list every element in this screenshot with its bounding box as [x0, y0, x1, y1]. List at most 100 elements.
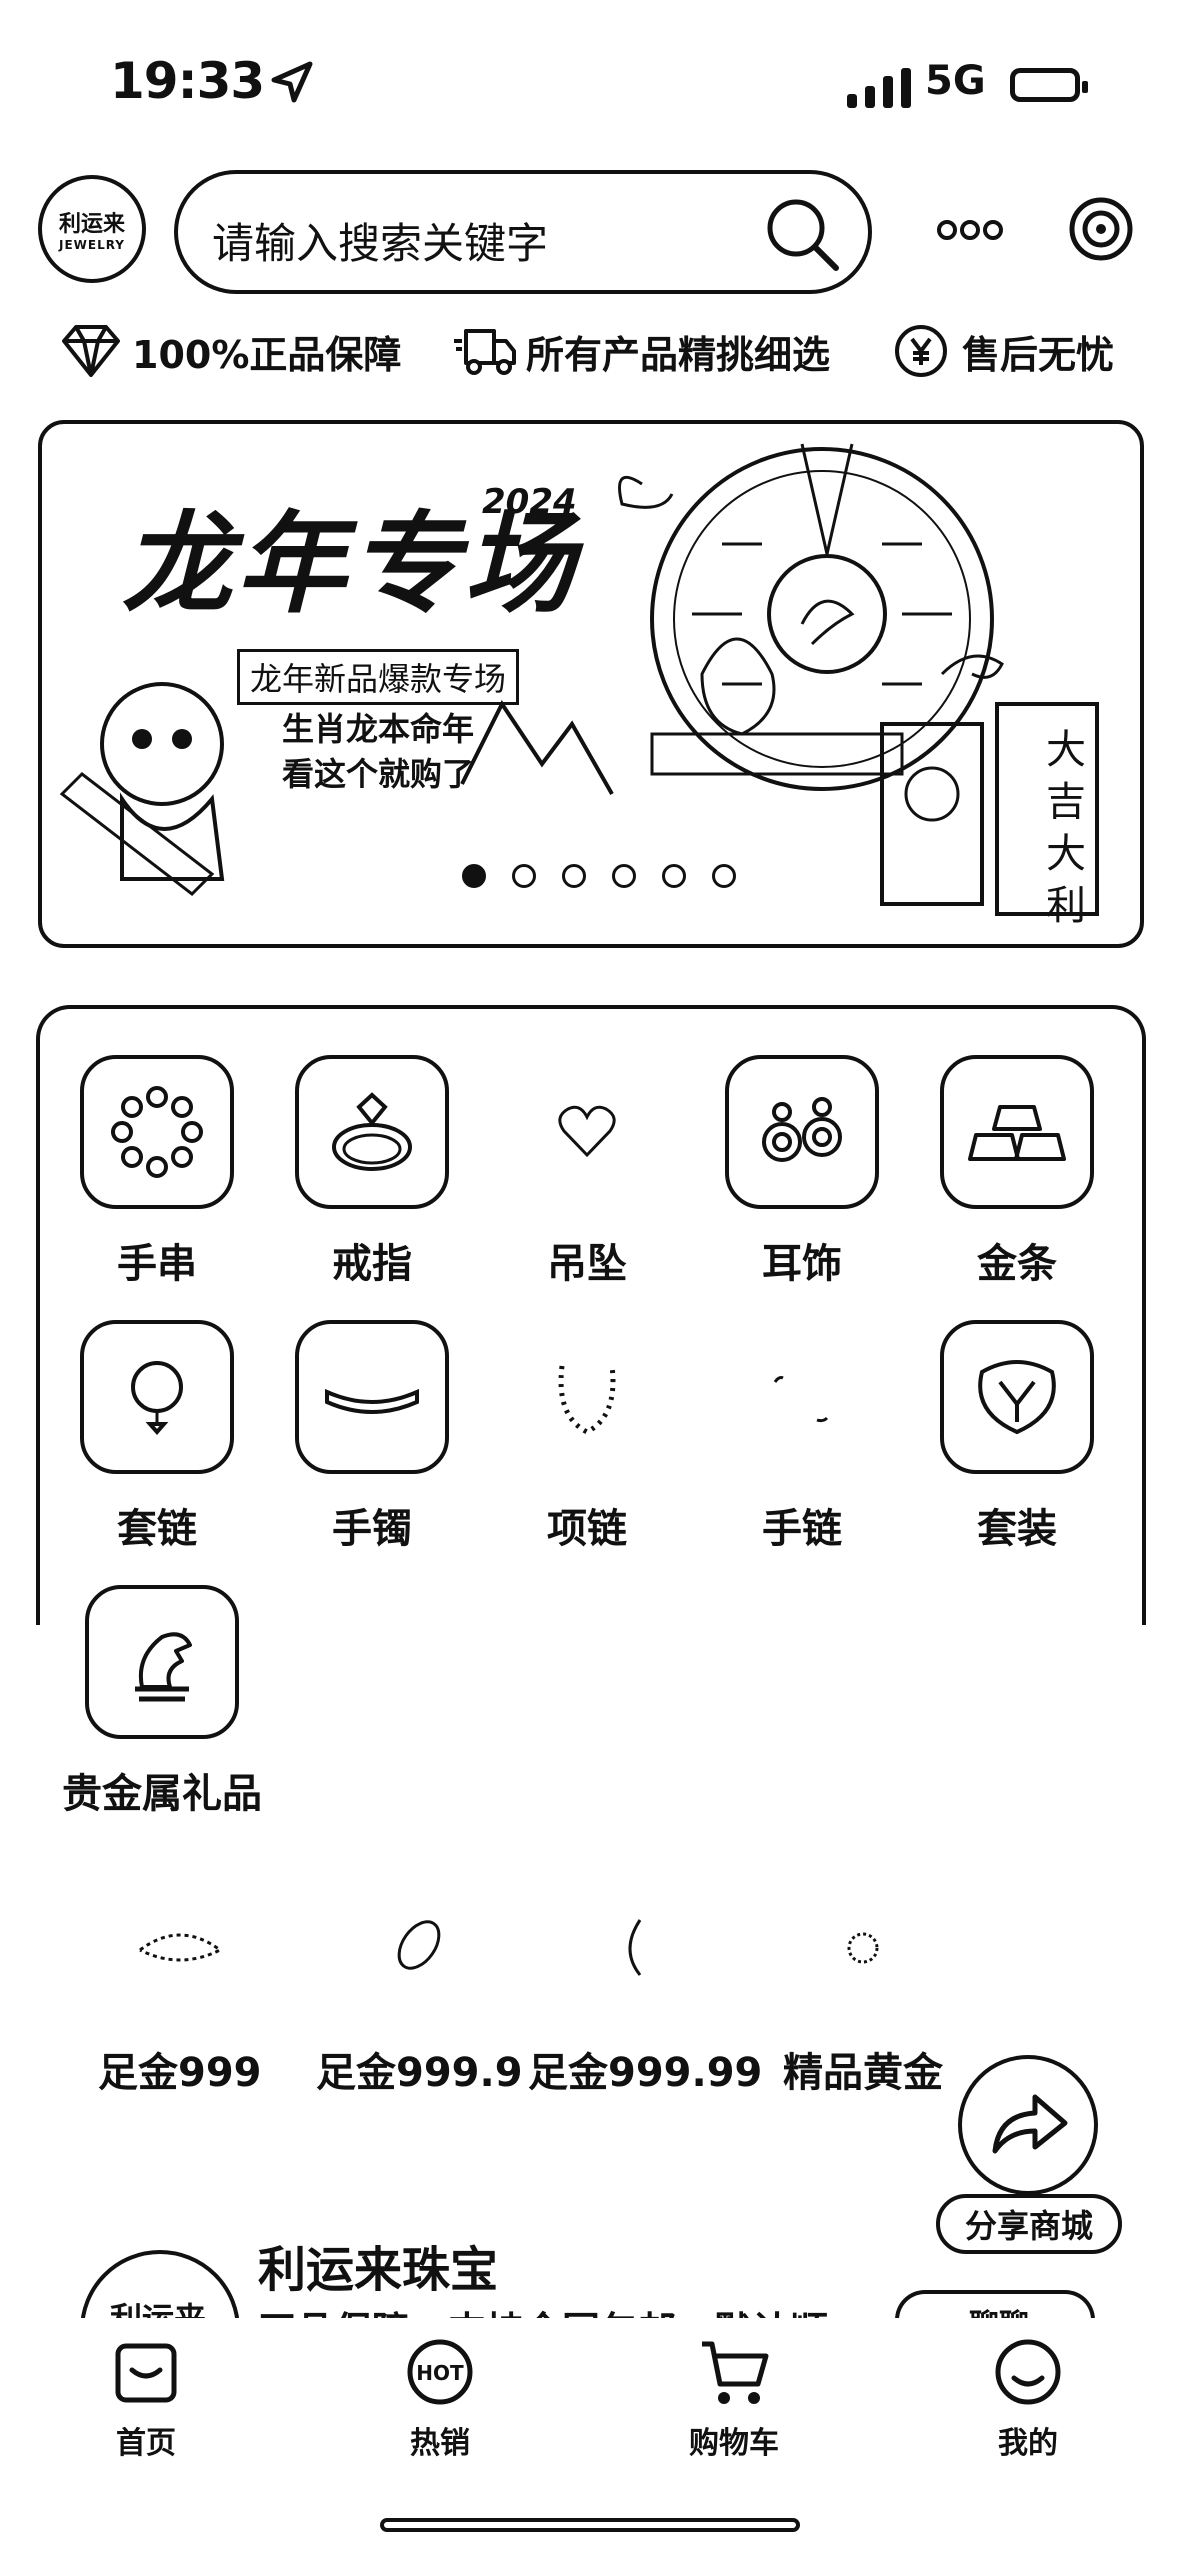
promo-banner[interactable]: 龙年专场 2024 龙年新品爆款专场 生肖龙本命年 看这个就购了 大吉大利	[38, 420, 1144, 948]
share-label[interactable]: 分享商城	[936, 2194, 1122, 2254]
gold-bangle-icon	[628, 1919, 642, 1976]
tab-profile[interactable]: 我的	[928, 2336, 1128, 2462]
banner-dot[interactable]	[662, 864, 686, 888]
tab-label: 购物车	[689, 2426, 779, 2461]
banner-dot[interactable]	[512, 864, 536, 888]
banner-dot[interactable]	[712, 864, 736, 888]
search-bar[interactable]: 请输入搜索关键字	[174, 170, 872, 294]
category-chain-bracelet[interactable]: 手链	[707, 1320, 897, 1554]
category-bangle[interactable]: 手镯	[277, 1320, 467, 1554]
network-type: 5G	[925, 58, 986, 104]
category-tile	[725, 1055, 879, 1209]
gold-image	[120, 1900, 240, 1990]
truck-icon	[454, 329, 516, 375]
tab-label: 首页	[116, 2426, 176, 2461]
yuan-coin-icon	[895, 325, 947, 377]
category-earrings[interactable]: 耳饰	[707, 1055, 897, 1289]
category-bead-bracelet[interactable]: 手串	[62, 1055, 252, 1289]
bangle-icon	[325, 1388, 419, 1414]
logo-text-en: JEWELRY	[58, 238, 125, 252]
tab-hot[interactable]: HOT 热销	[340, 2336, 540, 2462]
tab-cart[interactable]: 购物车	[634, 2336, 834, 2462]
svg-text:HOT: HOT	[416, 2361, 464, 2385]
home-bag-icon	[115, 2343, 177, 2403]
category-label: 项链	[547, 1506, 627, 1552]
banner-year: 2024	[482, 482, 577, 522]
gold-image	[585, 1900, 705, 1990]
more-options-icon[interactable]	[935, 205, 1005, 255]
hot-icon: HOT	[407, 2339, 473, 2405]
gold-label: 足金999.9	[316, 2050, 523, 2096]
status-bar: 19:33 5G	[0, 0, 1179, 170]
gold-purity-9999[interactable]: 足金999.9	[316, 1900, 523, 2120]
category-label: 贵金属礼品	[62, 1771, 262, 1817]
close-target-icon[interactable]	[1068, 196, 1134, 262]
category-label: 手串	[117, 1241, 197, 1287]
ring-icon	[332, 1092, 412, 1171]
category-tile	[725, 1320, 879, 1474]
store-logo-small[interactable]: 利运来 JEWELRY	[38, 175, 146, 283]
category-precious-gift[interactable]: 贵金属礼品	[62, 1585, 262, 1819]
gold-bars-icon	[968, 1105, 1066, 1161]
category-jewelry-set[interactable]: 套装	[922, 1320, 1112, 1554]
heart-pendant-icon	[558, 1105, 616, 1158]
tab-label: 我的	[998, 2426, 1058, 2461]
category-tile	[295, 1320, 449, 1474]
category-ring[interactable]: 戒指	[277, 1055, 467, 1289]
gold-purity-99999[interactable]: 足金999.99	[528, 1900, 762, 2120]
banner-dot[interactable]	[562, 864, 586, 888]
banner-box-text: 大吉大利	[1046, 727, 1086, 929]
gold-image	[359, 1900, 479, 1990]
gold-premium[interactable]: 精品黄金	[783, 1900, 943, 2120]
category-tile	[940, 1320, 1094, 1474]
signal-icon	[847, 68, 911, 108]
banner-line1: 生肖龙本命年	[282, 710, 475, 748]
guarantee-selected: 所有产品精挑细选	[452, 318, 830, 384]
category-pendant[interactable]: 吊坠	[492, 1055, 682, 1289]
gold-label: 足金999.99	[528, 2050, 763, 2096]
category-label: 手镯	[332, 1506, 412, 1552]
category-necklace[interactable]: 项链	[492, 1320, 682, 1554]
category-tile	[80, 1055, 234, 1209]
category-gold-bars[interactable]: 金条	[922, 1055, 1112, 1289]
category-pendant-necklace[interactable]: 套链	[62, 1320, 252, 1554]
home-indicator[interactable]	[380, 2518, 800, 2532]
profile-icon	[995, 2339, 1061, 2405]
gold-label: 足金999	[98, 2050, 262, 2096]
guarantee-label: 售后无忧	[962, 332, 1115, 377]
gold-ring-icon	[397, 1920, 441, 1970]
gold-purity-999[interactable]: 足金999	[98, 1900, 262, 2120]
banner-pagination[interactable]	[462, 864, 736, 888]
banner-dot[interactable]	[612, 864, 636, 888]
category-label: 戒指	[332, 1241, 412, 1287]
logo-text-cn: 利运来	[58, 212, 125, 237]
search-placeholder: 请输入搜索关键字	[212, 219, 549, 268]
banner-dot[interactable]	[462, 864, 486, 888]
guarantee-label: 100%正品保障	[132, 332, 402, 377]
category-tile	[940, 1055, 1094, 1209]
banner-tag: 龙年新品爆款专场	[237, 649, 520, 705]
bead-bracelet-icon	[111, 1086, 203, 1178]
category-tile	[510, 1055, 664, 1209]
chain-bracelet-icon	[773, 1376, 829, 1423]
tab-home[interactable]: 首页	[46, 2336, 246, 2462]
guarantee-aftersale: 售后无忧	[888, 318, 1114, 384]
tab-label: 热销	[410, 2426, 470, 2461]
guarantee-label: 所有产品精挑细选	[526, 332, 831, 377]
category-label: 耳饰	[762, 1241, 842, 1287]
location-arrow-icon	[271, 61, 313, 103]
gold-charm-icon	[847, 1932, 879, 1964]
store-name[interactable]: 利运来珠宝	[258, 2230, 498, 2300]
battery-icon	[1010, 68, 1088, 102]
necklace-icon	[558, 1365, 616, 1435]
category-label: 套装	[977, 1506, 1057, 1552]
category-label: 金条	[977, 1241, 1057, 1287]
category-tile	[85, 1585, 239, 1739]
search-icon[interactable]	[756, 188, 846, 278]
cart-icon	[702, 2341, 769, 2404]
gold-beads-icon	[138, 1933, 223, 1962]
pendant-necklace-icon	[131, 1361, 183, 1436]
category-tile	[80, 1320, 234, 1474]
guarantee-authentic: 100%正品保障	[58, 318, 401, 384]
share-button[interactable]	[958, 2055, 1098, 2195]
